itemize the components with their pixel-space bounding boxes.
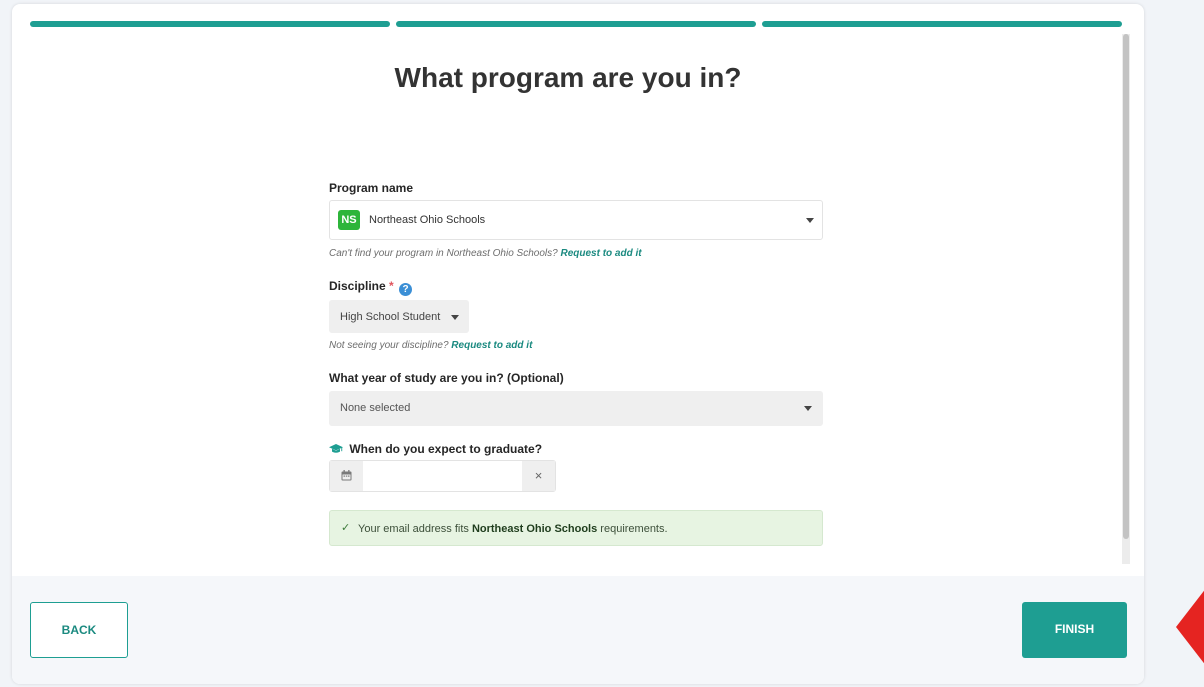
registration-modal: What program are you in? Program name NS… xyxy=(12,4,1144,684)
year-of-study-select[interactable]: None selected xyxy=(329,391,823,426)
year-of-study-label: What year of study are you in? (Optional… xyxy=(329,371,564,385)
caret-down-icon xyxy=(804,406,812,411)
discipline-select[interactable]: High School Student xyxy=(329,300,469,333)
program-badge: NS xyxy=(338,210,360,230)
calendar-icon xyxy=(341,470,352,481)
alert-program-name: Northeast Ohio Schools xyxy=(471,523,598,535)
discipline-hint: Not seeing your discipline? Request to a… xyxy=(329,340,532,351)
help-circle-icon[interactable]: ? xyxy=(399,283,413,296)
scrollbar[interactable] xyxy=(1122,34,1130,564)
program-name-value: Northeast Ohio Schools xyxy=(369,214,486,226)
program-name-select[interactable]: NS Northeast Ohio Schools xyxy=(329,200,823,240)
graduation-cap-icon xyxy=(329,444,343,453)
year-of-study-value: None selected xyxy=(340,402,411,414)
alert-message: Your email address fits Northeast Ohio S… xyxy=(358,523,668,535)
alert-prefix: Your email address fits xyxy=(358,523,469,535)
discipline-hint-text: Not seeing your discipline? xyxy=(329,340,449,351)
program-hint: Can't find your program in Northeast Ohi… xyxy=(329,248,642,259)
page-title: What program are you in? xyxy=(394,62,742,93)
graduation-date-input[interactable] xyxy=(364,461,520,491)
checkmark-icon: ✓ xyxy=(341,522,351,534)
request-discipline-link[interactable]: Request to add it xyxy=(451,340,532,351)
email-verified-alert: ✓ Your email address fits Northeast Ohio… xyxy=(329,510,823,546)
calendar-button[interactable] xyxy=(330,461,363,491)
back-button[interactable]: BACK xyxy=(30,602,128,658)
progress-step-2 xyxy=(396,21,756,27)
annotation-arrow xyxy=(1176,583,1204,671)
progress-step-1 xyxy=(30,21,390,27)
progress-bar xyxy=(30,21,1122,27)
discipline-label-row: Discipline * ? xyxy=(329,279,413,296)
clear-date-button[interactable]: × xyxy=(522,461,555,491)
program-hint-text: Can't find your program in Northeast Ohi… xyxy=(329,248,558,259)
close-icon: × xyxy=(534,468,543,483)
required-marker: * xyxy=(389,279,394,293)
alert-suffix: requirements. xyxy=(600,523,668,535)
caret-down-icon xyxy=(451,315,459,320)
program-name-label: Program name xyxy=(329,181,414,195)
discipline-value: High School Student xyxy=(340,311,441,323)
graduation-label: When do you expect to graduate? xyxy=(349,442,543,456)
progress-step-3 xyxy=(762,21,1122,27)
graduation-date-group: × xyxy=(329,460,556,492)
request-program-link[interactable]: Request to add it xyxy=(560,248,641,259)
discipline-label: Discipline xyxy=(329,279,386,293)
graduation-label-row: When do you expect to graduate? xyxy=(329,442,542,456)
modal-footer: BACK FINISH xyxy=(12,576,1144,684)
finish-button[interactable]: FINISH xyxy=(1022,602,1127,658)
scrollbar-thumb[interactable] xyxy=(1123,34,1129,539)
caret-down-icon xyxy=(806,218,814,223)
